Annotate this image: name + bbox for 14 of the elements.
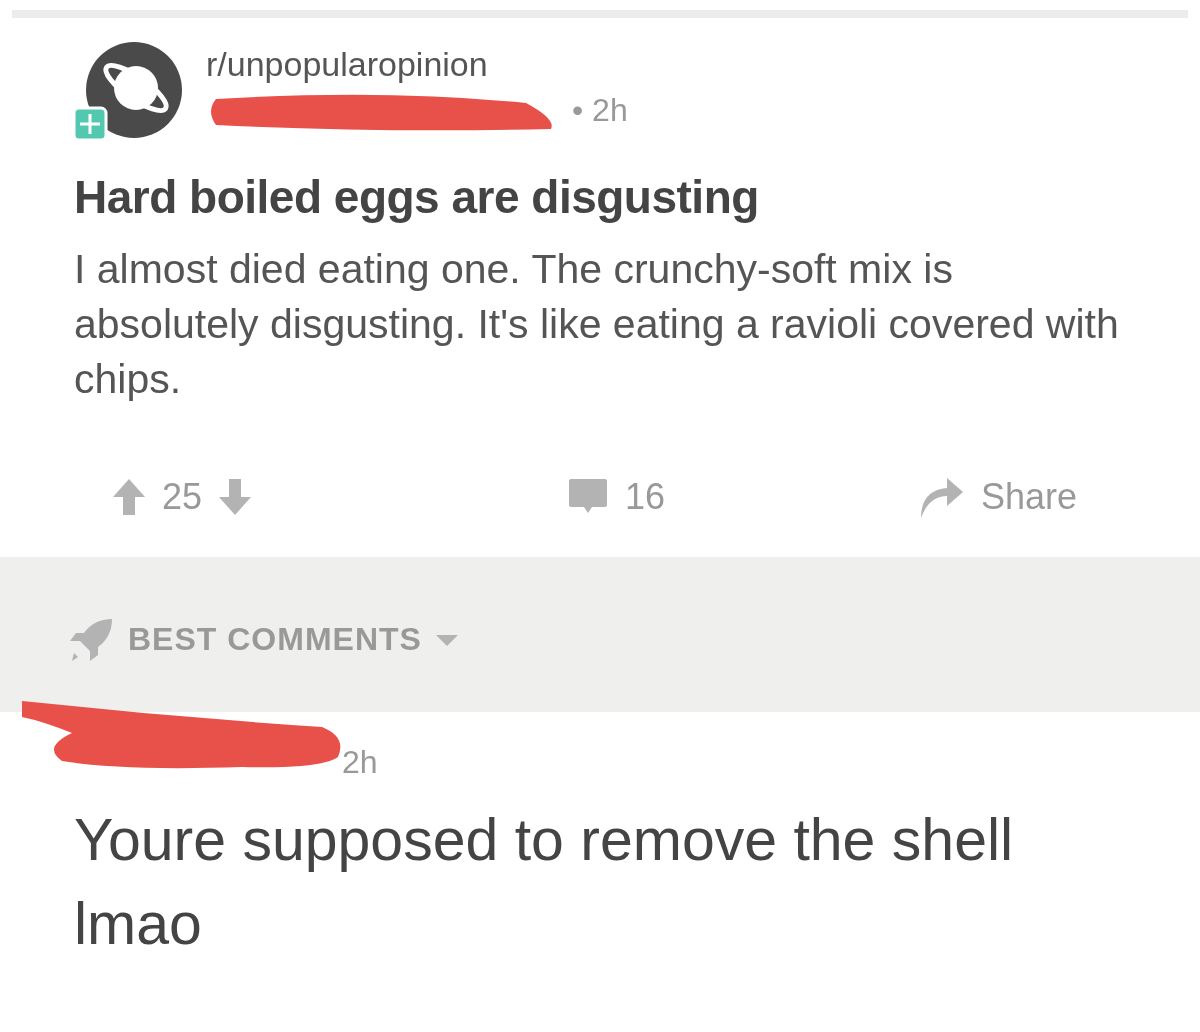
comment-text: Youre supposed to remove the shell lmao [73,806,1015,959]
vote-score: 25 [162,476,203,518]
rocket-icon [68,616,114,663]
share-button[interactable]: Share [917,474,1078,520]
comments-button[interactable]: 16 [567,476,917,518]
subreddit-avatar-icon[interactable] [74,40,184,140]
post-title: Hard boiled eggs are disgusting [74,170,760,224]
upvote-icon[interactable] [112,477,146,517]
subreddit-name[interactable]: r/unpopularopinion [206,44,628,84]
comment-time: 2h [342,743,378,781]
post-body: I almost died eating one. The crunchy-soft mix is absolutely disgusting. It's like eating a ravioli covered with chips. [74,245,1120,404]
post-time: • 2h [572,92,628,129]
sort-dropdown[interactable]: BEST COMMENTS [128,621,422,658]
downvote-icon[interactable] [218,477,253,517]
